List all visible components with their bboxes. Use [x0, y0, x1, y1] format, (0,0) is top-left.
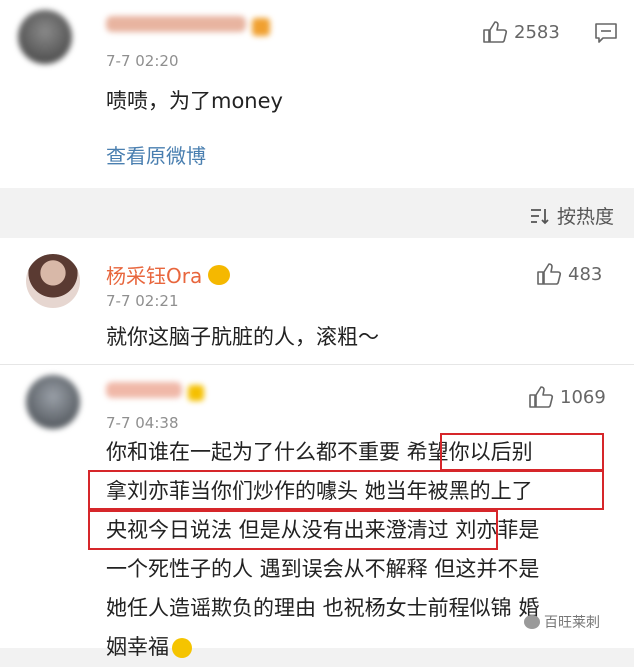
username[interactable]: 杨采钰Ora: [106, 260, 231, 289]
grin-emoji-icon: [172, 638, 192, 658]
username-blurred[interactable]: [106, 379, 205, 403]
highlight-box: [88, 470, 604, 510]
highlight-box: [440, 433, 604, 471]
like-button[interactable]: 483: [536, 262, 602, 286]
vip-badge-icon: [252, 17, 271, 36]
comment-time: 7-7 02:21: [106, 292, 179, 310]
like-count: 2583: [514, 21, 560, 43]
avatar[interactable]: [18, 10, 72, 64]
view-original-link[interactable]: 查看原微博: [106, 140, 206, 169]
like-count: 1069: [560, 386, 606, 408]
like-button[interactable]: 2583: [482, 20, 560, 44]
watermark: 百旺莱刺: [524, 612, 600, 632]
sort-icon: [530, 208, 549, 224]
thumbs-up-icon: [529, 386, 554, 408]
sort-bar: 按热度: [0, 188, 634, 238]
comment-line: 一个死性子的人 遇到误会从不解释 但这并不是: [106, 557, 540, 581]
avatar[interactable]: [26, 254, 80, 308]
comment-text: 就你这脑子肮脏的人，滚粗～: [106, 325, 379, 349]
comment-time: 7-7 04:38: [106, 414, 179, 432]
comment-icon[interactable]: [594, 22, 618, 44]
top-comment-card: 7-7 02:20 2583 啧啧，为了money 查看原微博: [0, 0, 634, 188]
like-button[interactable]: 1069: [528, 385, 606, 409]
username-blurred[interactable]: [106, 13, 271, 37]
sort-button[interactable]: 按热度: [529, 202, 614, 229]
avatar[interactable]: [26, 375, 80, 429]
thumbs-up-icon: [483, 21, 508, 43]
comment-card: 杨采钰Ora 7-7 02:21 483 就你这脑子肮脏的人，滚粗～: [0, 238, 634, 364]
comment-text: 啧啧，为了money: [106, 89, 283, 113]
highlight-box: [88, 510, 498, 550]
vip-badge-icon: [188, 384, 205, 401]
sort-label: 按热度: [556, 206, 614, 228]
vip-badge-icon: [208, 264, 231, 285]
comment-time: 7-7 02:20: [106, 52, 179, 70]
wechat-icon: [524, 615, 540, 629]
thumbs-up-icon: [537, 263, 562, 285]
like-count: 483: [568, 263, 603, 285]
